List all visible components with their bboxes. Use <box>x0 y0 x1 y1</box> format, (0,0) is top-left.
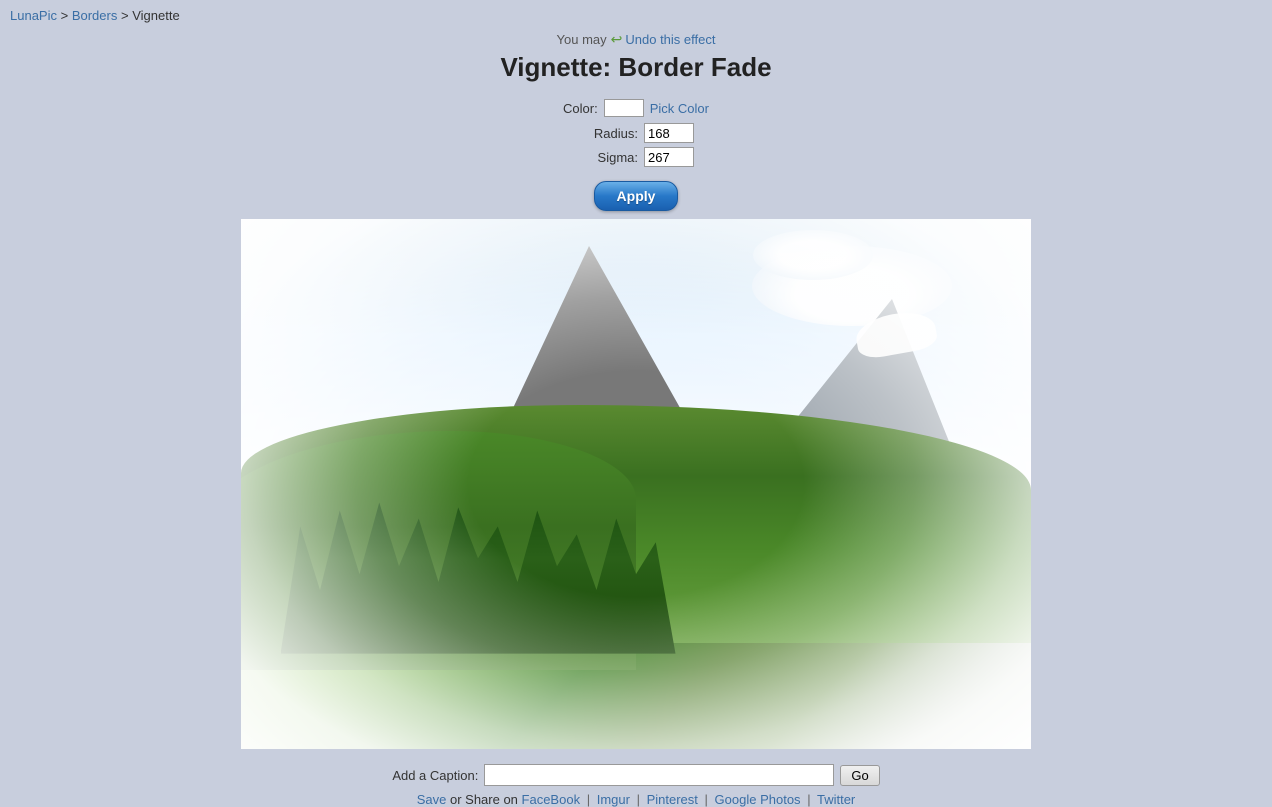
undo-line: You may ↩ Undo this effect <box>500 31 771 48</box>
color-row: Color: Pick Color <box>563 99 709 117</box>
twitter-link[interactable]: Twitter <box>817 792 855 807</box>
apply-button[interactable]: Apply <box>594 181 679 211</box>
google-photos-link[interactable]: Google Photos <box>715 792 801 807</box>
header-section: You may ↩ Undo this effect Vignette: Bor… <box>500 31 771 91</box>
caption-row: Add a Caption: Go <box>392 764 879 786</box>
breadcrumb-sep2: > <box>121 8 132 23</box>
go-button[interactable]: Go <box>840 765 879 786</box>
image-container <box>241 219 1031 749</box>
undo-prefix: You may <box>557 32 607 47</box>
color-swatch[interactable] <box>604 99 644 117</box>
sigma-input[interactable] <box>644 147 694 167</box>
controls-section: Color: Pick Color Radius: Sigma: Apply <box>563 99 709 211</box>
pick-color-link[interactable]: Pick Color <box>650 101 709 116</box>
sep3: | <box>705 792 708 807</box>
breadcrumb-borders[interactable]: Borders <box>72 8 118 23</box>
sep1: | <box>587 792 590 807</box>
breadcrumb-lunapic[interactable]: LunaPic <box>10 8 57 23</box>
breadcrumb-current: Vignette <box>132 8 179 23</box>
main-content: You may ↩ Undo this effect Vignette: Bor… <box>0 31 1272 807</box>
breadcrumb-sep1: > <box>61 8 72 23</box>
facebook-link[interactable]: FaceBook <box>522 792 581 807</box>
apply-row: Apply <box>563 173 709 211</box>
caption-label: Add a Caption: <box>392 768 478 783</box>
undo-icon: ↩ <box>611 31 623 48</box>
share-row: Save or Share on FaceBook | Imgur | Pint… <box>392 792 879 807</box>
radius-input[interactable] <box>644 123 694 143</box>
bottom-section: Add a Caption: Go Save or Share on FaceB… <box>392 764 879 807</box>
imgur-link[interactable]: Imgur <box>597 792 630 807</box>
save-link[interactable]: Save <box>417 792 447 807</box>
mountain-scene <box>241 219 1031 749</box>
sep2: | <box>637 792 640 807</box>
undo-link[interactable]: ↩ Undo this effect <box>611 31 716 48</box>
sigma-label: Sigma: <box>578 150 638 165</box>
page-title: Vignette: Border Fade <box>500 52 771 83</box>
radius-label: Radius: <box>578 126 638 141</box>
vignette-image <box>241 219 1031 749</box>
radius-row: Radius: <box>563 123 709 143</box>
sigma-row: Sigma: <box>563 147 709 167</box>
vignette-overlay <box>241 219 1031 749</box>
share-prefix: or Share on <box>450 792 522 807</box>
undo-label: Undo this effect <box>625 32 715 47</box>
breadcrumb: LunaPic > Borders > Vignette <box>0 0 1272 31</box>
color-label: Color: <box>563 101 598 116</box>
caption-input[interactable] <box>484 764 834 786</box>
sep4: | <box>807 792 810 807</box>
pinterest-link[interactable]: Pinterest <box>647 792 698 807</box>
